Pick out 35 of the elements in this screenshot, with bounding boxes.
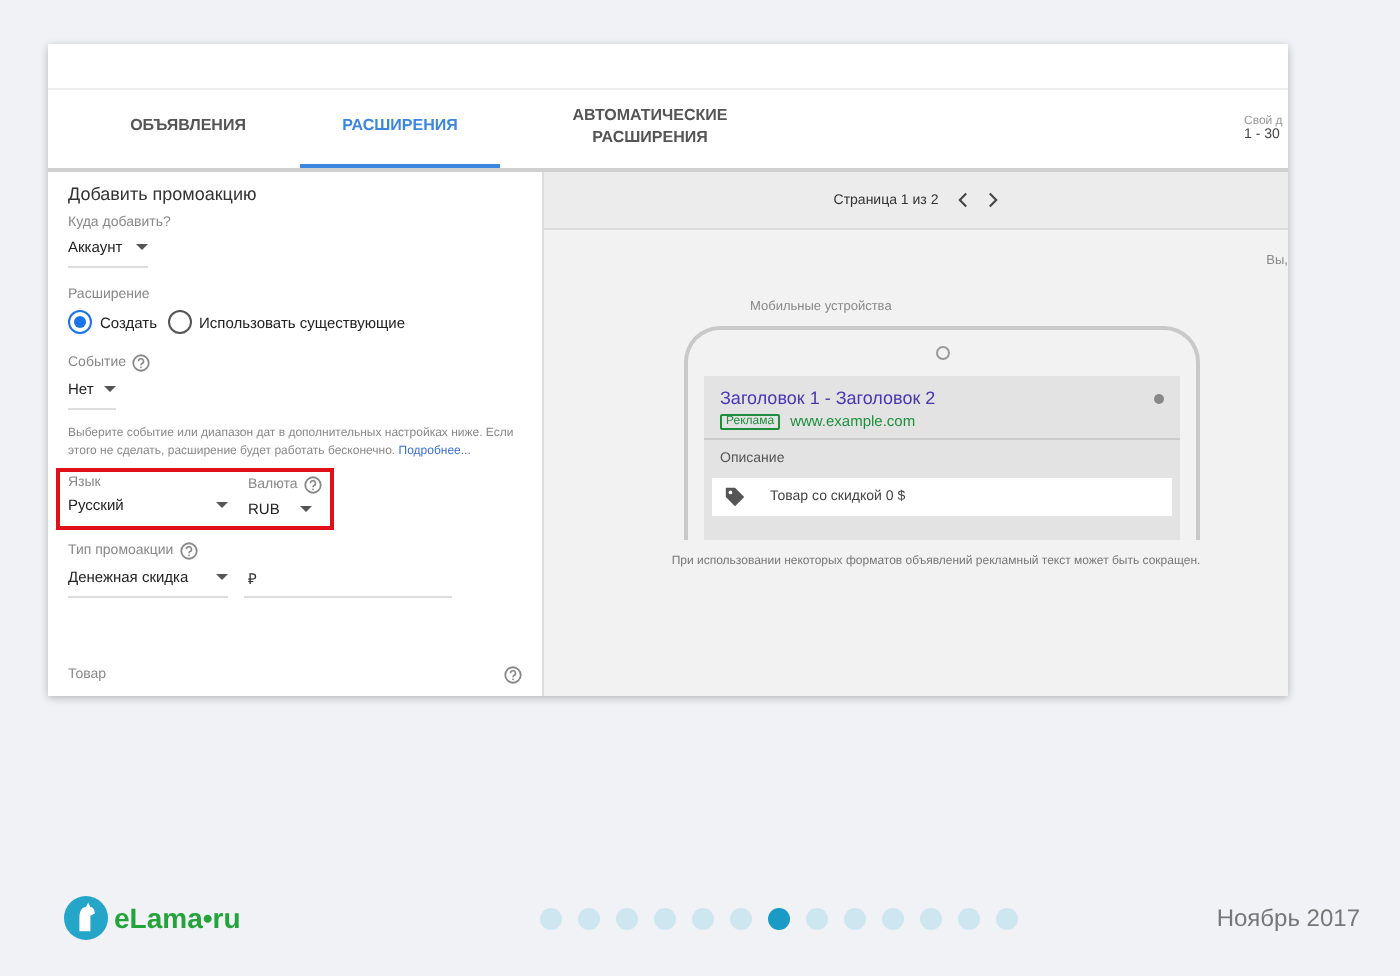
page-dot[interactable]	[539, 907, 562, 929]
caret-icon	[216, 502, 228, 509]
next-page-icon[interactable]	[988, 192, 999, 208]
page-dot[interactable]	[957, 907, 980, 929]
logo-text: eLama•ru	[114, 902, 241, 934]
page-dot[interactable]	[615, 907, 638, 929]
page-dot[interactable]	[805, 907, 828, 929]
page-dot[interactable]	[691, 907, 714, 929]
help-icon[interactable]	[504, 666, 522, 684]
page-dot[interactable]	[767, 907, 790, 929]
page-dot[interactable]	[995, 907, 1018, 929]
caret-icon	[300, 506, 312, 513]
page-dot[interactable]	[729, 907, 752, 929]
caret-icon	[104, 386, 116, 392]
page-dot[interactable]	[577, 907, 600, 929]
previous-page-icon[interactable]	[958, 192, 969, 208]
help-icon[interactable]	[179, 542, 198, 561]
tab[interactable]: АВТОМАТИЧЕСКИЕ РАСШИРЕНИЯ	[540, 90, 760, 168]
date-text: Ноябрь 2017	[1216, 904, 1360, 932]
camera-icon	[935, 346, 949, 360]
llama-logo-icon	[64, 896, 108, 940]
ad-headline[interactable]: Заголовок 1 - Заголовок 2	[720, 388, 936, 408]
tab[interactable]: РАСШИРЕНИЯ	[300, 90, 500, 168]
tab[interactable]: ОБЪЯВЛЕНИЯ	[88, 90, 288, 168]
caret-icon	[216, 574, 228, 581]
help-icon[interactable]	[132, 354, 150, 372]
page-dot[interactable]	[919, 907, 942, 929]
page-dot[interactable]	[653, 907, 676, 929]
help-icon[interactable]	[303, 476, 322, 495]
form-title: Добавить промоакцию	[68, 184, 257, 204]
info-dot-icon	[1154, 393, 1164, 403]
caret-icon	[136, 244, 148, 250]
page-dot[interactable]	[881, 907, 904, 929]
page-dot[interactable]	[843, 907, 866, 929]
tag-icon	[724, 486, 746, 508]
